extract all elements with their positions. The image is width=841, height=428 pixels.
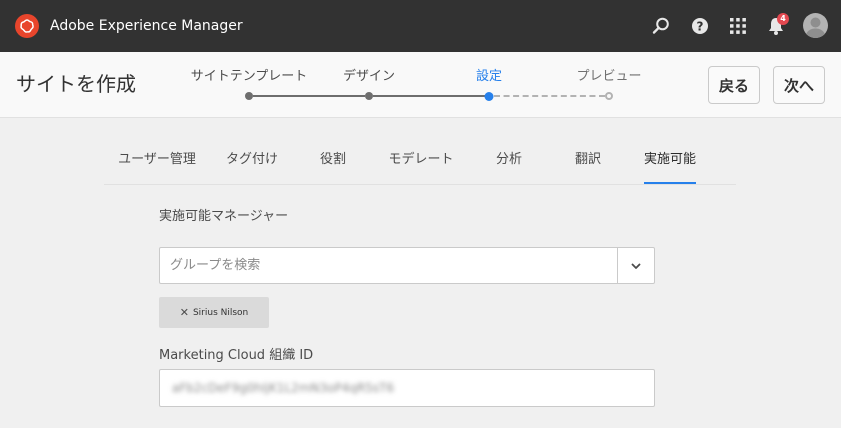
settings-tabs: ユーザー管理 タグ付け 役割 モデレート 分析 翻訳 実施可能 xyxy=(104,140,736,185)
notification-badge: 4 xyxy=(777,13,789,25)
svg-text:?: ? xyxy=(697,20,704,34)
group-search-combobox xyxy=(159,247,655,284)
org-id-label: Marketing Cloud 組織 ID xyxy=(159,348,314,363)
step-connector xyxy=(373,95,485,97)
apps-grid-icon[interactable] xyxy=(725,13,751,39)
page-title: サイトを作成 xyxy=(16,72,136,96)
tab-translation[interactable]: 翻訳 xyxy=(575,152,601,168)
bell-icon[interactable]: 4 xyxy=(763,13,789,39)
step-marker-settings xyxy=(484,92,494,101)
selected-tab-indicator xyxy=(644,182,696,184)
step-label-design: デザイン xyxy=(342,69,396,84)
selected-manager-name: Sirius Nilson xyxy=(192,307,249,318)
tab-roles[interactable]: 役割 xyxy=(320,152,346,168)
step-connector xyxy=(494,95,605,97)
back-button[interactable]: 戻る xyxy=(708,66,760,104)
org-id-field[interactable]: aFb2cDeF9g0hIjK1L2mN3oP4qR5sT6 xyxy=(159,369,655,407)
step-connector xyxy=(253,95,365,97)
selected-manager-tag[interactable]: ✕ Sirius Nilson xyxy=(159,297,269,328)
target-managers-label: 実施可能マネージャー xyxy=(159,209,289,224)
adobe-logo-icon[interactable] xyxy=(15,14,39,38)
dropdown-toggle-button[interactable] xyxy=(617,248,654,283)
tab-analytics[interactable]: 分析 xyxy=(496,152,522,168)
tab-tagging[interactable]: タグ付け xyxy=(226,152,278,168)
close-icon[interactable]: ✕ xyxy=(180,306,189,319)
help-icon[interactable]: ? xyxy=(687,13,713,39)
group-search-input[interactable] xyxy=(160,248,617,283)
step-marker-design xyxy=(365,92,373,100)
step-label-site-template: サイトテンプレート xyxy=(190,69,308,84)
next-button[interactable]: 次へ xyxy=(773,66,825,104)
org-id-value: aFb2cDeF9g0hIjK1L2mN3oP4qR5sT6 xyxy=(172,381,395,395)
step-marker-site-template xyxy=(245,92,253,100)
step-label-preview: プレビュー xyxy=(576,69,642,84)
chevron-down-icon xyxy=(631,263,641,269)
step-marker-preview xyxy=(605,92,613,100)
app-title: Adobe Experience Manager xyxy=(50,18,243,34)
user-avatar-icon[interactable] xyxy=(803,13,828,38)
search-icon[interactable] xyxy=(648,13,674,39)
top-app-bar: Adobe Experience Manager ? 4 xyxy=(0,0,841,52)
tab-moderation[interactable]: モデレート xyxy=(388,152,453,168)
step-label-settings: 設定 xyxy=(475,69,503,84)
wizard-header: サイトを作成 サイトテンプレート デザイン 設定 プレビュー 戻る 次へ xyxy=(0,52,841,118)
tab-user-management[interactable]: ユーザー管理 xyxy=(118,152,196,168)
tab-target[interactable]: 実施可能 xyxy=(644,152,696,168)
